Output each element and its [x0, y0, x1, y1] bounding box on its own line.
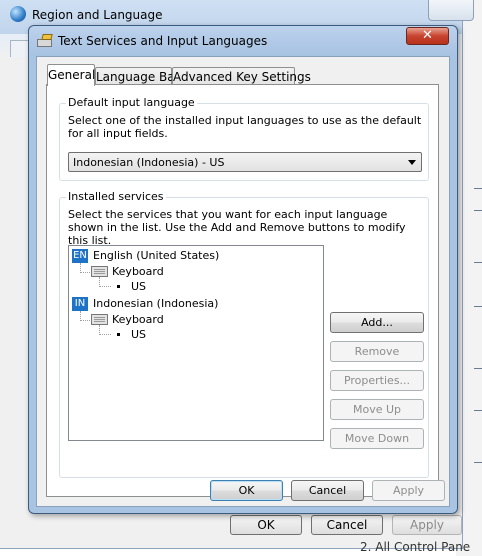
properties-button[interactable]: Properties...: [330, 370, 424, 391]
globe-icon: [10, 6, 26, 22]
keyboard-pen-icon: [37, 34, 53, 48]
language-badge: IN: [72, 297, 88, 311]
move-down-button[interactable]: Move Down: [330, 428, 424, 449]
text-services-dialog: Text Services and Input Languages ✕ Gene…: [28, 25, 458, 514]
dialog-client-area: General Language Bar Advanced Key Settin…: [36, 56, 450, 507]
bullet-icon: [117, 333, 120, 336]
window-title: Region and Language: [32, 8, 163, 22]
chevron-down-icon: [408, 160, 416, 165]
bullet-icon: [117, 285, 120, 288]
remove-button[interactable]: Remove: [330, 341, 424, 362]
tree-node-language[interactable]: English (United States): [93, 249, 219, 262]
general-tab-panel: Default input language Select one of the…: [46, 84, 439, 497]
tab-general[interactable]: General: [47, 64, 95, 86]
ok-button[interactable]: OK: [210, 480, 283, 501]
control-panel-link[interactable]: 2. All Control Pane: [360, 540, 470, 554]
outer-ok-button[interactable]: OK: [230, 515, 302, 535]
apply-button[interactable]: Apply: [372, 480, 445, 501]
outer-cancel-button[interactable]: Cancel: [311, 515, 383, 535]
default-input-language-group: Default input language Select one of the…: [59, 96, 429, 181]
services-tree[interactable]: EN English (United States) Keyboard US I…: [68, 245, 324, 441]
outer-apply-button[interactable]: Apply: [392, 515, 462, 535]
language-badge: EN: [72, 249, 88, 263]
installed-services-description: Select the services that you want for ea…: [68, 208, 406, 247]
dropdown-value: Indonesian (Indonesia) - US: [73, 156, 225, 169]
tree-node-service[interactable]: US: [131, 328, 146, 341]
keyboard-icon: [91, 314, 108, 325]
group-label: Installed services: [66, 190, 166, 203]
dialog-title: Text Services and Input Languages: [58, 34, 268, 48]
close-icon[interactable]: ✕: [406, 27, 449, 45]
default-language-dropdown[interactable]: Indonesian (Indonesia) - US: [68, 152, 422, 172]
default-input-description: Select one of the installed input langua…: [68, 114, 422, 140]
tree-node-language[interactable]: Indonesian (Indonesia): [93, 297, 218, 310]
tree-node-category[interactable]: Keyboard: [112, 313, 164, 326]
outer-close-button[interactable]: [428, 0, 474, 21]
cancel-button[interactable]: Cancel: [291, 480, 364, 501]
group-label: Default input language: [66, 96, 197, 109]
tree-node-category[interactable]: Keyboard: [112, 265, 164, 278]
keyboard-icon: [91, 266, 108, 277]
move-up-button[interactable]: Move Up: [330, 399, 424, 420]
installed-services-group: Installed services Select the services t…: [59, 190, 429, 478]
add-button[interactable]: Add...: [330, 312, 424, 333]
tree-node-service[interactable]: US: [131, 280, 146, 293]
